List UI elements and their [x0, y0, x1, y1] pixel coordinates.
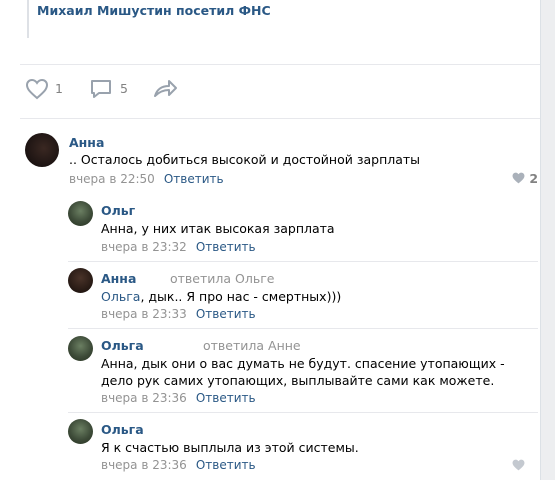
- comment-author[interactable]: Анна: [101, 271, 136, 286]
- comment-count[interactable]: 5: [120, 81, 128, 96]
- repost-title-link[interactable]: Михаил Мишустин посетил ФНС: [37, 3, 271, 18]
- divider: [68, 412, 538, 413]
- comment-time[interactable]: вчера в 23:32: [101, 240, 187, 254]
- avatar[interactable]: [68, 336, 93, 361]
- comment-text-body: , дык.. Я про нас - смертных))): [140, 289, 342, 304]
- heart-icon[interactable]: [25, 78, 49, 100]
- reply-button[interactable]: Ответить: [196, 240, 256, 254]
- comment-text: Ольга, дык.. Я про нас - смертных))): [101, 288, 521, 305]
- addressee-link[interactable]: Ольга: [101, 289, 140, 304]
- reply-button[interactable]: Ответить: [196, 458, 256, 472]
- comment-meta: вчера в 23:32 Ответить: [101, 240, 256, 254]
- comment-text: Анна, у них итак высокая зарплата: [101, 221, 335, 236]
- comment-like[interactable]: 2: [512, 171, 538, 186]
- reply-button[interactable]: Ответить: [164, 172, 224, 186]
- comment-text: .. Осталось добиться высокой и достойной…: [69, 152, 421, 167]
- reply-button[interactable]: Ответить: [196, 391, 256, 405]
- avatar[interactable]: [25, 133, 59, 167]
- share-icon[interactable]: [152, 78, 178, 100]
- comment-meta: вчера в 23:36 Ответить: [101, 458, 256, 472]
- comment-time[interactable]: вчера в 23:36: [101, 458, 187, 472]
- divider: [68, 328, 538, 329]
- divider: [68, 261, 538, 262]
- reply-to-label[interactable]: ответила Анне: [203, 338, 301, 353]
- heart-icon: [512, 459, 525, 471]
- comment-author[interactable]: Ольга: [101, 422, 144, 437]
- avatar[interactable]: [68, 201, 93, 226]
- heart-icon: [512, 172, 525, 184]
- comment-author[interactable]: Ольга: [101, 338, 144, 353]
- comment-like[interactable]: [512, 458, 525, 473]
- reply-to-label[interactable]: ответила Ольге: [170, 271, 274, 286]
- repost-block: Михаил Мишустин посетил ФНС: [27, 0, 271, 38]
- avatar[interactable]: [68, 268, 93, 293]
- reply-button[interactable]: Ответить: [196, 307, 256, 321]
- like-count[interactable]: 1: [55, 81, 63, 96]
- comment-meta: вчера в 23:33 Ответить: [101, 307, 256, 321]
- comment-meta: вчера в 23:36 Ответить: [101, 391, 256, 405]
- post-card: Михаил Мишустин посетил ФНС 1 5 Анна .. …: [0, 0, 541, 480]
- comment-text: Анна, дык они о вас думать не будут. спа…: [101, 356, 505, 388]
- comment-icon[interactable]: [89, 78, 113, 100]
- comment-author[interactable]: Анна: [69, 135, 104, 150]
- comment-like-count: 2: [529, 171, 539, 186]
- comment-time[interactable]: вчера в 22:50: [69, 172, 155, 186]
- divider: [20, 64, 540, 65]
- comment-time[interactable]: вчера в 23:33: [101, 307, 187, 321]
- comment-time[interactable]: вчера в 23:36: [101, 391, 187, 405]
- avatar[interactable]: [68, 419, 93, 444]
- comment-author[interactable]: Ольг: [101, 203, 135, 218]
- divider: [20, 118, 540, 119]
- comment-meta: вчера в 22:50 Ответить: [69, 172, 224, 186]
- comment-text: Я к счастью выплыла из этой системы.: [101, 440, 359, 455]
